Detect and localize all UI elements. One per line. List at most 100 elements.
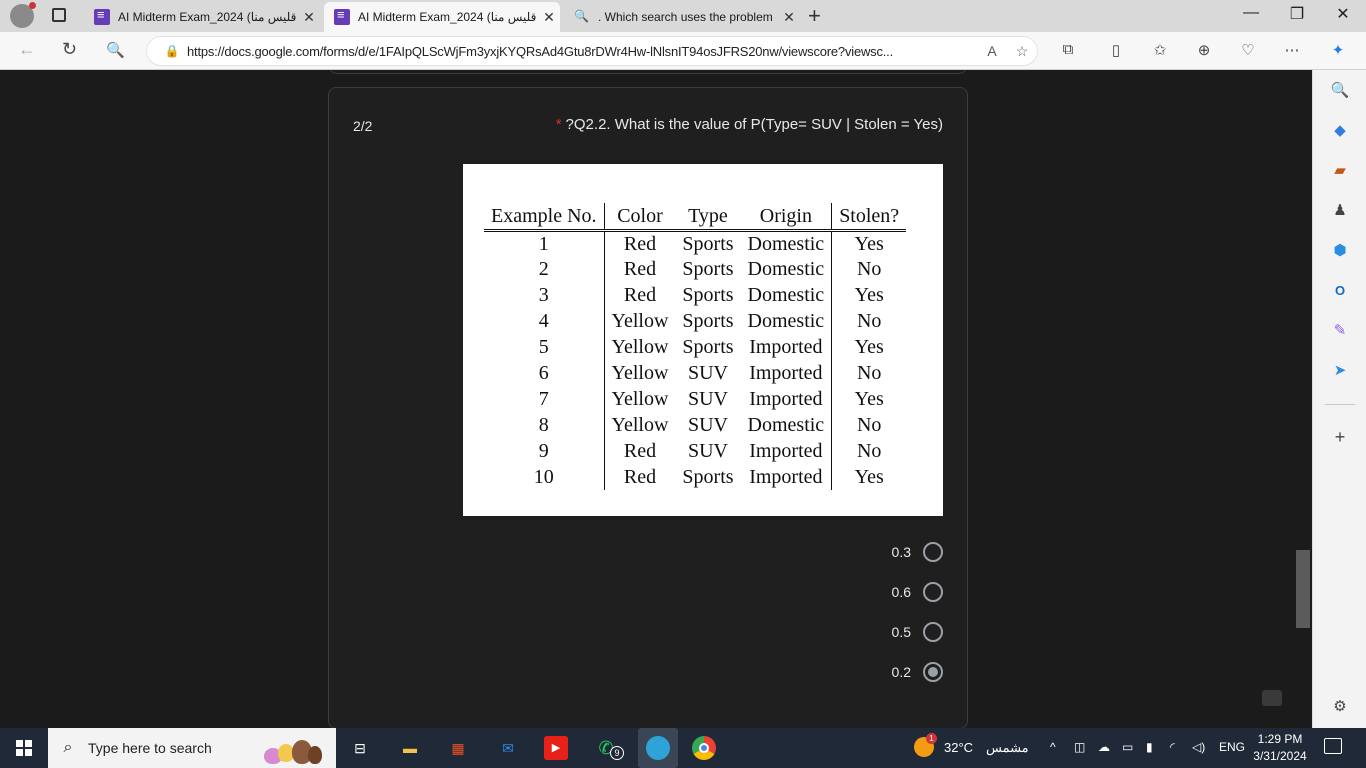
option-0-6[interactable]: 0.6 <box>892 582 943 602</box>
option-0-5[interactable]: 0.5 <box>892 622 943 642</box>
camera-icon[interactable]: ◫ <box>1074 740 1085 754</box>
new-tab-icon[interactable]: + <box>808 3 821 29</box>
table-cell: 10 <box>484 464 605 491</box>
favorite-star-icon[interactable]: ☆ <box>1007 43 1037 60</box>
search-icon[interactable]: 🔍 <box>1329 80 1351 102</box>
extensions-icon[interactable]: ⧉ <box>1056 41 1080 58</box>
table-cell: Sports <box>682 258 734 281</box>
whatsapp-icon[interactable]: ✆ 9 <box>594 736 624 760</box>
add-icon[interactable]: + <box>1329 426 1351 448</box>
show-hidden-icons-icon[interactable]: ^ <box>1050 740 1056 754</box>
easter-eggs-icon[interactable] <box>260 736 328 764</box>
refresh-icon[interactable]: ↻ <box>62 39 77 60</box>
option-0-2[interactable]: 0.2 <box>892 662 943 682</box>
chrome-icon[interactable] <box>692 736 716 760</box>
copilot-icon[interactable]: ✦ <box>1326 41 1350 59</box>
table-cell: Red <box>623 439 657 462</box>
table-cell: Domestic <box>740 230 833 257</box>
radio-button-selected[interactable] <box>923 662 943 682</box>
cloud-offline-icon[interactable]: ☁ <box>1098 740 1110 754</box>
radio-button[interactable] <box>923 542 943 562</box>
lock-icon[interactable]: 🔒 <box>157 44 187 58</box>
restore-icon[interactable]: ❐ <box>1274 4 1320 24</box>
tools-briefcase-icon[interactable]: ▰ <box>1329 160 1351 182</box>
search-icon[interactable]: 🔍 <box>106 41 125 59</box>
radio-button[interactable] <box>923 622 943 642</box>
display-icon[interactable]: ▭ <box>1122 740 1133 754</box>
minimize-icon[interactable]: — <box>1228 4 1274 22</box>
tab-exam-2[interactable]: AI Midterm Exam_2024 (قليس منا ✕ <box>324 2 560 32</box>
designer-icon[interactable]: ✎ <box>1329 320 1351 342</box>
table-cell: 3 <box>484 282 605 309</box>
task-view-icon[interactable]: ⊟ <box>348 736 372 760</box>
whatsapp-badge: 9 <box>610 746 624 760</box>
close-tab-icon[interactable]: ✕ <box>538 9 560 26</box>
option-label: 0.2 <box>891 664 911 680</box>
table-cell: Yellow <box>611 413 669 436</box>
microsoft-365-icon[interactable]: ⬢ <box>1329 240 1351 262</box>
outlook-icon[interactable]: O <box>1329 280 1351 302</box>
collections-icon[interactable]: ⊕ <box>1192 41 1216 59</box>
table-row: 8 Yellow SUV Domestic No <box>484 412 906 439</box>
performance-icon[interactable]: ♡ <box>1236 41 1260 59</box>
wifi-icon[interactable]: ◜ <box>1170 740 1175 754</box>
table-row: 4 Yellow Sports Domestic No <box>484 308 906 335</box>
edge-icon <box>646 736 670 760</box>
weather-temp[interactable]: 32°C <box>944 740 973 755</box>
header-stolen: Stolen? <box>839 205 900 227</box>
favorites-icon[interactable]: ✩ <box>1148 41 1172 59</box>
table-cell: Imported <box>740 438 833 465</box>
profile-avatar-icon[interactable] <box>10 2 36 28</box>
question-card: 2/2 * ?Q2.2. What is the value of P(Type=… <box>328 87 968 728</box>
settings-gear-icon[interactable]: ⚙ <box>1329 696 1351 718</box>
windows-start-icon[interactable] <box>16 740 32 756</box>
table-cell: Yes <box>854 465 884 488</box>
page-scrollbar[interactable] <box>1296 550 1310 628</box>
question-image: Example No. Color Type Origin Stolen? 1R… <box>463 164 943 516</box>
windows-taskbar: ⌕ Type here to search ⊟ ▬ ▦ ✉ ▶ ✆ 9 1 32°… <box>0 728 1366 768</box>
option-0-3[interactable]: 0.3 <box>892 542 943 562</box>
read-aloud-icon[interactable]: A <box>977 43 1007 59</box>
more-menu-icon[interactable]: ⋯ <box>1280 41 1304 59</box>
search-icon: 🔍 <box>574 9 589 23</box>
edge-taskbar-active[interactable] <box>638 728 678 768</box>
table-cell: 6 <box>484 360 605 387</box>
volume-icon[interactable]: ◁) <box>1192 740 1205 754</box>
tab-search[interactable]: 🔍 . Which search uses the problem ✕ <box>564 2 800 32</box>
table-cell: Imported <box>740 334 833 361</box>
file-explorer-icon[interactable]: ▬ <box>398 736 422 760</box>
tab-title: AI Midterm Exam_2024 (قليس منا <box>118 10 297 24</box>
games-icon[interactable]: ♟ <box>1329 200 1351 222</box>
split-screen-icon[interactable]: ▯ <box>1104 41 1128 59</box>
tab-exam-1[interactable]: AI Midterm Exam_2024 (قليس منا ✕ <box>84 2 320 32</box>
table-cell: 8 <box>484 412 605 439</box>
language-indicator[interactable]: ENG <box>1219 740 1245 754</box>
battery-icon[interactable]: ▮ <box>1146 740 1153 754</box>
notifications-icon[interactable] <box>1324 738 1342 754</box>
mail-icon[interactable]: ✉ <box>496 736 520 760</box>
radio-button[interactable] <box>923 582 943 602</box>
url-bar[interactable]: 🔒 https://docs.google.com/forms/d/e/1FAI… <box>146 36 1038 66</box>
taskbar-search[interactable]: ⌕ Type here to search <box>48 728 336 768</box>
table-cell: Yes <box>854 284 884 307</box>
shopping-tag-icon[interactable]: ◆ <box>1329 120 1351 142</box>
option-label: 0.3 <box>891 544 911 560</box>
back-arrow-icon[interactable]: ← <box>18 39 36 60</box>
microsoft-store-icon[interactable]: ▦ <box>446 736 470 760</box>
table-row: 7 Yellow SUV Imported Yes <box>484 386 906 413</box>
youtube-icon[interactable]: ▶ <box>544 736 568 760</box>
clock[interactable]: 1:29 PM 3/31/2024 <box>1250 731 1310 765</box>
close-tab-icon[interactable]: ✕ <box>778 9 800 26</box>
tab-actions-icon[interactable] <box>52 8 66 22</box>
table-cell: Yes <box>854 233 884 255</box>
table-cell: Sports <box>682 465 734 488</box>
feedback-icon[interactable] <box>1262 690 1282 706</box>
close-tab-icon[interactable]: ✕ <box>298 9 320 26</box>
table-cell: Yes <box>854 336 884 359</box>
question-title: * ?Q2.2. What is the value of P(Type= SUV… <box>556 116 943 133</box>
weather-sun-icon[interactable]: 1 <box>914 733 937 757</box>
table-cell: SUV <box>687 362 728 384</box>
close-window-icon[interactable]: ✕ <box>1320 4 1366 24</box>
table-cell: Imported <box>740 360 833 387</box>
send-icon[interactable]: ➤ <box>1329 360 1351 382</box>
